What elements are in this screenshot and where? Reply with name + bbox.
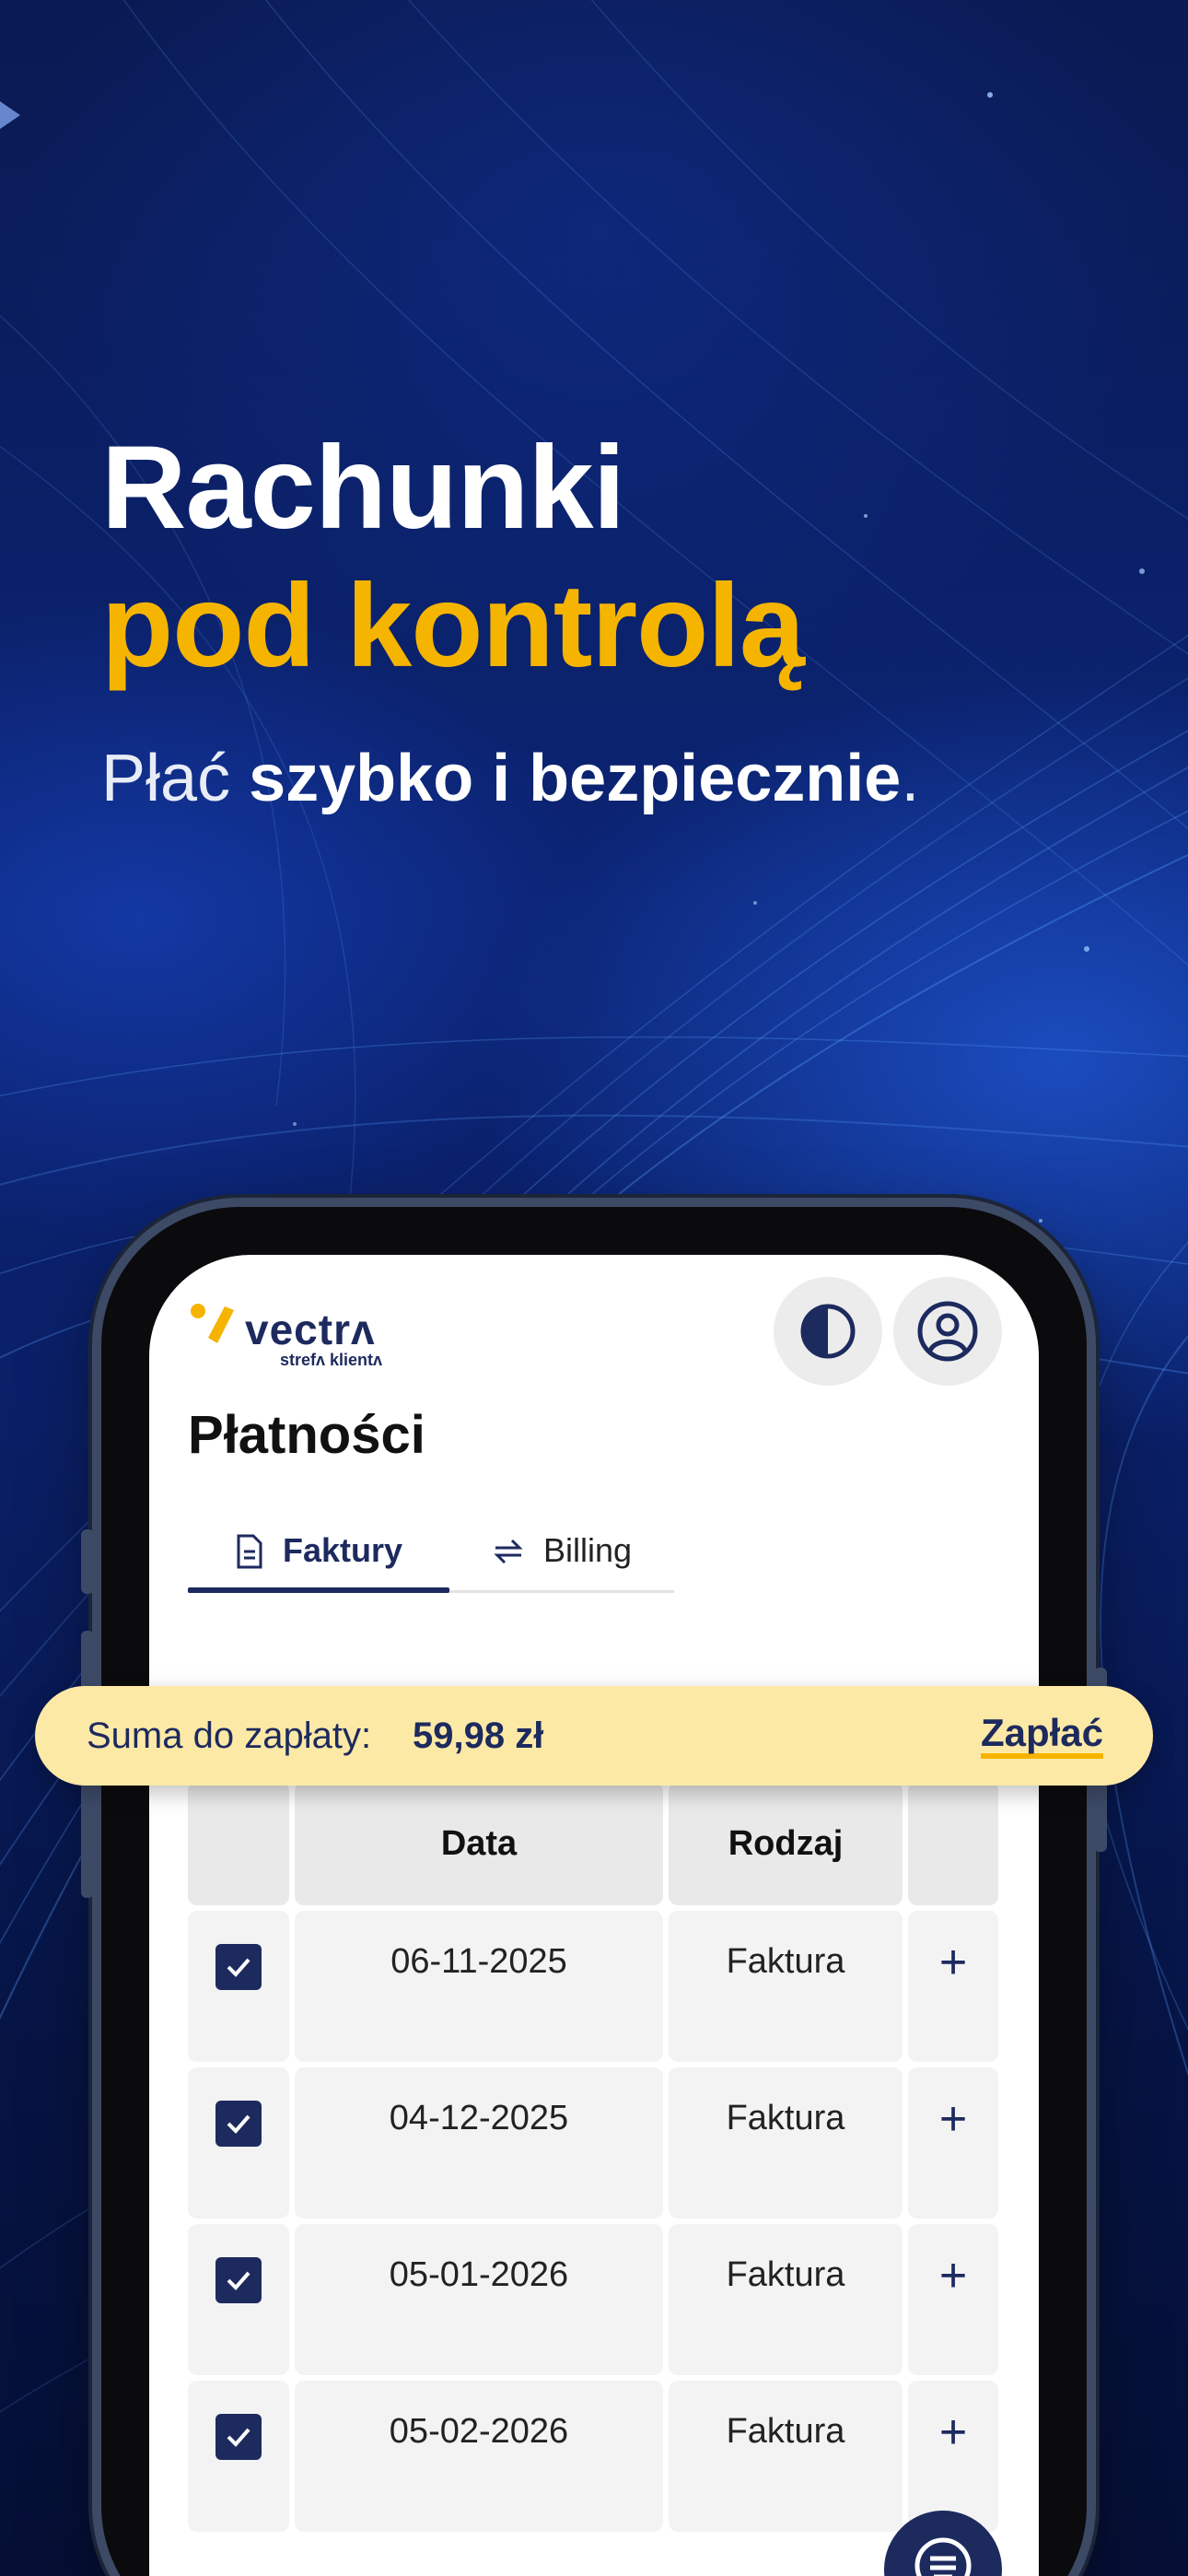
phone-frame: vectrʌ strefʌ klientʌ Płatności Faktury … [81,1207,1107,2576]
logo-wordmark: vectrʌ [245,1306,376,1353]
hero-sub-light: Płać [101,742,231,815]
logo-subtitle: strefʌ klientʌ [280,1351,383,1369]
table-header-type[interactable]: Rodzaj [669,1782,903,1905]
tab-billing-label: Billing [542,1531,633,1569]
row-type: Faktura [726,2255,845,2294]
account-button[interactable] [893,1277,1002,1386]
table-row-date: 06-11-2025 [295,1911,663,2062]
menu-lines-icon [914,2537,972,2576]
phone-mute-switch [81,1529,94,1594]
contrast-icon [800,1304,856,1359]
hero-subline: Płać szybko i bezpiecznie. [101,737,919,820]
row-date: 05-01-2026 [389,2255,569,2294]
row-checkbox[interactable] [215,1944,262,1990]
theme-toggle-button[interactable] [774,1277,882,1386]
row-date: 04-12-2025 [389,2099,569,2137]
checkmark-icon [227,1958,250,1977]
plus-icon: + [938,1936,968,1989]
table-row-expand[interactable]: + [908,1911,998,2062]
row-checkbox[interactable] [215,2257,262,2303]
tab-faktury-label: Faktury [282,1531,403,1569]
table-row-date: 05-01-2026 [295,2224,663,2375]
payment-summary-banner: Suma do zapłaty: 59,98 zł Zapłać [35,1686,1153,1786]
row-checkbox[interactable] [215,2101,262,2147]
table-header-expand [908,1782,998,1905]
tab-faktury[interactable]: Faktury [188,1531,449,1593]
hero-line-2: pod kontrolą [101,560,805,692]
table-row-select [188,2381,289,2532]
table-row-type: Faktura [669,2381,903,2532]
checkmark-icon [227,2114,250,2134]
payment-amount: 59,98 zł [413,1715,544,1756]
row-date: 06-11-2025 [390,1942,567,1981]
checkmark-icon [227,2271,250,2290]
hero-sub-dot: . [901,742,920,815]
swap-arrows-icon [494,1539,523,1564]
checkmark-icon [227,2428,250,2447]
page-title: Płatności [188,1405,425,1465]
table-row-select [188,1911,289,2062]
row-date: 05-02-2026 [389,2412,569,2451]
table-row-type: Faktura [669,1911,903,2062]
document-icon [237,1534,262,1569]
app-screen: vectrʌ strefʌ klientʌ Płatności Faktury … [149,1255,1039,2576]
row-type: Faktura [726,2412,845,2451]
row-type: Faktura [726,2099,845,2137]
table-row-select [188,2224,289,2375]
hero-line-1: Rachunki [101,422,625,554]
table-row-expand[interactable]: + [908,2224,998,2375]
table-header-date[interactable]: Data [295,1782,663,1905]
table-row-type: Faktura [669,2067,903,2219]
table-row-date: 04-12-2025 [295,2067,663,2219]
phone-volume-down [81,1778,94,1898]
row-checkbox[interactable] [215,2414,262,2460]
row-type: Faktura [726,1942,845,1981]
tab-bar: Faktury Billing [188,1531,674,1593]
table-row-type: Faktura [669,2224,903,2375]
hero-headline: Rachunki pod kontrolą [101,419,805,696]
hero-sub-bold: szybko i bezpiecznie [249,742,902,815]
table-row-expand[interactable]: + [908,2381,998,2532]
app-store-screenshot: Rachunki pod kontrolą Płać szybko i bezp… [0,0,1188,2576]
payment-label: Suma do zapłaty: [87,1715,372,1756]
table-header-select [188,1782,289,1905]
tab-billing[interactable]: Billing [449,1531,674,1590]
table-row-select [188,2067,289,2219]
table-row-date: 05-02-2026 [295,2381,663,2532]
pay-button[interactable]: Zapłać [980,1713,1103,1759]
table-row-expand[interactable]: + [908,2067,998,2219]
plus-icon: + [938,2092,968,2146]
plus-icon: + [938,2406,968,2459]
vectra-logo[interactable]: vectrʌ strefʌ klientʌ [190,1303,411,1369]
user-circle-icon [917,1301,978,1362]
vectra-logo-mark [191,1304,234,1343]
plus-icon: + [938,2249,968,2302]
